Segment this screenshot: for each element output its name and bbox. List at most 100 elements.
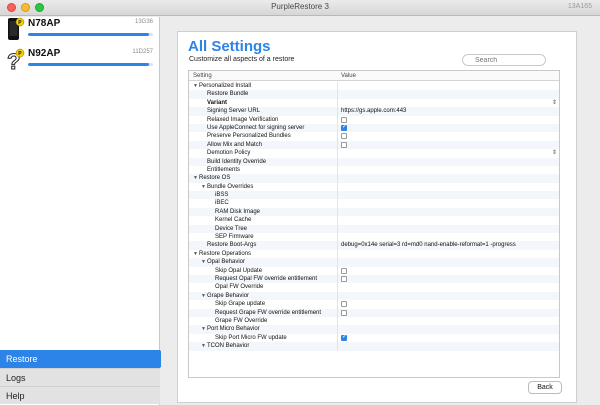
window-version: 13A165 (567, 3, 592, 10)
table-row[interactable]: ▼ Restore Operations (189, 249, 559, 259)
setting-label: Request Grape FW override entitlement (215, 309, 322, 316)
column-separator (337, 325, 338, 334)
column-separator (337, 216, 338, 225)
device-item-n92ap[interactable]: ? P N92AP 11D257 (0, 47, 159, 81)
device-name: N92AP (28, 48, 61, 59)
table-row[interactable]: ▼ Grape Behavior (189, 291, 559, 301)
device-item-n78ap[interactable]: P N78AP 13G36 (0, 17, 159, 51)
setting-label: Allow Mix and Match (207, 141, 263, 148)
device-build: 11D257 (132, 49, 153, 55)
setting-label: Entitlements (207, 166, 241, 173)
disclosure-triangle-icon[interactable]: ▼ (201, 258, 206, 266)
setting-checkbox[interactable] (341, 267, 347, 274)
disclosure-triangle-icon[interactable]: ▼ (201, 342, 206, 350)
table-row[interactable]: Build Identity Override (189, 157, 559, 166)
setting-label: Request Opal FW override entitlement (215, 275, 318, 282)
table-row[interactable]: ▼ Restore OS (189, 174, 559, 183)
select-arrow-icon[interactable]: ⇕ (552, 149, 557, 157)
disclosure-triangle-icon[interactable]: ▼ (201, 183, 206, 191)
setting-label: Grape Behavior (207, 292, 250, 299)
column-separator (337, 233, 338, 242)
table-row[interactable]: Variant ⇕ (189, 98, 559, 108)
column-separator (337, 207, 338, 217)
settings-table[interactable]: Setting Value ▼ Personalized Install Resto… (188, 70, 560, 378)
nav-item-restore[interactable]: Restore (0, 350, 167, 368)
table-row[interactable]: RAM Disk Image (189, 207, 559, 217)
table-row[interactable]: ▼ Bundle Overrides (189, 182, 559, 192)
setting-label: Restore OS (199, 175, 231, 182)
column-separator (337, 157, 338, 166)
select-arrow-icon[interactable]: ⇕ (552, 99, 557, 107)
setting-checkbox[interactable] (341, 301, 347, 308)
setting-checkbox[interactable] (341, 116, 347, 123)
table-row[interactable]: Entitlements (189, 165, 559, 175)
nav-item-logs[interactable]: Logs (0, 368, 160, 386)
column-separator (337, 98, 338, 108)
table-row[interactable]: ▼ Port Micro Behavior (189, 325, 559, 334)
setting-checkbox[interactable] (341, 309, 347, 316)
table-row[interactable]: Skip Port Micro FW update (189, 333, 559, 343)
setting-checkbox[interactable] (341, 275, 347, 282)
table-row[interactable]: Relaxed Image Verification (189, 115, 559, 124)
table-row[interactable]: Restore Boot-Args debug=0x14e serial=3 rd… (189, 241, 559, 250)
table-row[interactable]: Preserve Personalized Bundles (189, 132, 559, 141)
setting-label: Port Micro Behavior (207, 326, 260, 333)
setting-label: Use AppleConnect for signing server (207, 124, 305, 131)
setting-label: Restore Boot-Args (207, 242, 257, 249)
setting-label: Build Identity Override (207, 158, 267, 165)
setting-label: Personalized Install (199, 83, 252, 89)
disclosure-triangle-icon[interactable]: ▼ (193, 250, 198, 258)
table-row[interactable]: SEP Firmware (189, 233, 559, 242)
table-row[interactable]: Device Tree (189, 224, 559, 234)
column-separator (337, 191, 338, 200)
back-button[interactable]: Back (528, 381, 562, 394)
column-header-setting[interactable]: Setting (193, 73, 212, 79)
disclosure-triangle-icon[interactable]: ▼ (193, 174, 198, 182)
nav-item-help[interactable]: Help (0, 386, 160, 404)
column-separator (337, 115, 338, 124)
table-row[interactable]: iBEC (189, 199, 559, 208)
table-row[interactable]: Kernel Cache (189, 216, 559, 225)
search-input[interactable] (462, 54, 546, 66)
column-separator (337, 300, 338, 309)
table-row[interactable]: ▼ TCON Behavior (189, 342, 559, 351)
table-row[interactable]: ▼ Opal Behavior (189, 258, 559, 267)
setting-label: Signing Server URL (207, 108, 261, 115)
disclosure-triangle-icon[interactable]: ▼ (201, 292, 206, 300)
setting-checkbox[interactable] (341, 141, 347, 148)
column-separator (337, 165, 338, 175)
setting-label: Restore Operations (199, 250, 252, 257)
setting-label: Skip Port Micro FW update (215, 334, 287, 341)
table-row[interactable]: Allow Mix and Match (189, 140, 559, 150)
table-row[interactable]: Skip Opal Update (189, 266, 559, 275)
disclosure-triangle-icon[interactable]: ▼ (193, 82, 198, 90)
setting-checkbox[interactable] (341, 133, 347, 140)
table-row[interactable]: Restore Bundle (189, 90, 559, 99)
column-header-value[interactable]: Value (341, 73, 356, 79)
nav-item-label: Logs (6, 373, 26, 383)
column-separator (337, 241, 338, 250)
page-subtitle: Customize all aspects of a restore (189, 56, 295, 63)
setting-label: Demotion Policy (207, 150, 251, 157)
table-row[interactable]: Request Grape FW override entitlement (189, 308, 559, 317)
column-separator (337, 266, 338, 275)
table-row[interactable]: Use AppleConnect for signing server (189, 123, 559, 133)
column-separator (337, 224, 338, 234)
table-row[interactable]: Skip Grape update (189, 300, 559, 309)
setting-checkbox[interactable] (341, 333, 347, 341)
setting-checkbox[interactable] (341, 123, 347, 131)
setting-label: Grape FW Override (215, 317, 268, 324)
disclosure-triangle-icon[interactable]: ▼ (201, 325, 206, 333)
table-row[interactable]: ▼ Personalized Install (189, 82, 559, 91)
table-row[interactable]: Grape FW Override (189, 316, 559, 326)
table-row[interactable]: Opal FW Override (189, 283, 559, 292)
table-row[interactable]: iBSS (189, 191, 559, 200)
setting-value[interactable]: https://gs.apple.com:443 (341, 107, 406, 115)
column-separator (337, 82, 338, 91)
table-row[interactable]: Demotion Policy ⇕ (189, 149, 559, 158)
table-row[interactable]: Request Opal FW override entitlement (189, 274, 559, 284)
setting-value[interactable]: debug=0x14e serial=3 rd=md0 nand-enable-… (341, 241, 516, 249)
setting-label: iBEC (215, 200, 229, 207)
column-separator (337, 316, 338, 326)
table-row[interactable]: Signing Server URL https://gs.apple.com:4… (189, 107, 559, 116)
